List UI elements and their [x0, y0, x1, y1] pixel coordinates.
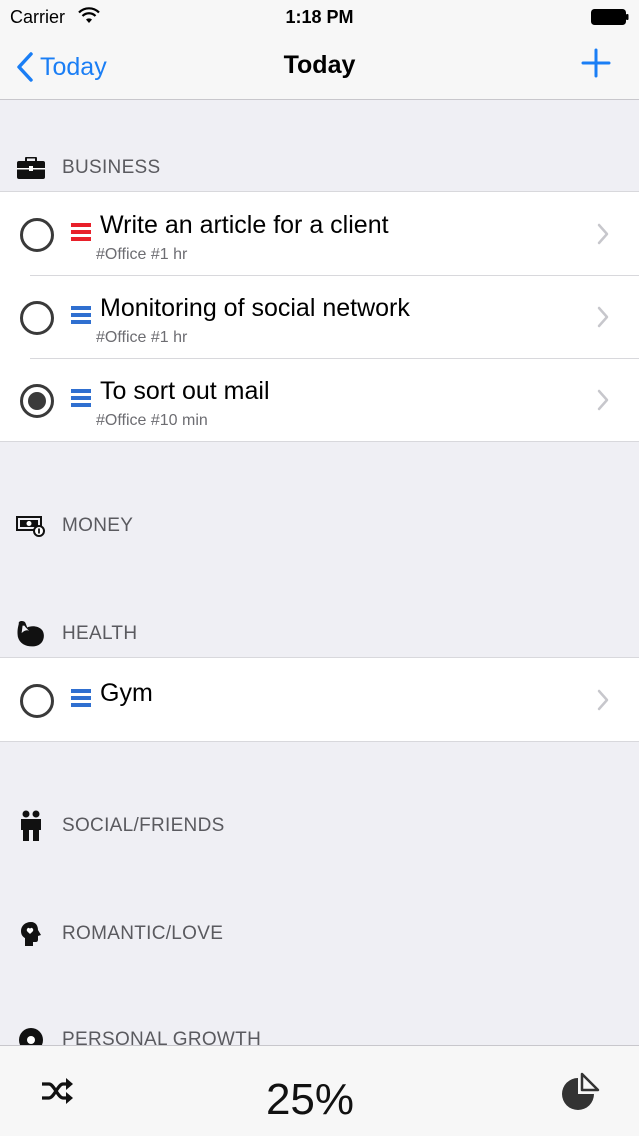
priority-normal-icon [71, 389, 91, 407]
status-bar: Carrier 1:18 PM [0, 0, 639, 34]
bottom-toolbar: 25% [0, 1045, 639, 1136]
task-checkbox[interactable] [20, 218, 54, 252]
money-icon [16, 511, 46, 541]
priority-normal-icon [71, 689, 91, 707]
task-row[interactable]: Write an article for a client #Office #1… [0, 192, 639, 275]
task-title: To sort out mail [100, 377, 270, 405]
task-tags: #Office #10 min [96, 412, 208, 429]
task-tags: #Office #1 hr [96, 329, 188, 346]
task-title: Monitoring of social network [100, 294, 410, 322]
section-label-health: HEALTH [62, 623, 138, 644]
section-label-social: SOCIAL/FRIENDS [62, 815, 225, 836]
briefcase-icon [16, 153, 46, 183]
task-tags: #Office #1 hr [96, 246, 188, 263]
task-row[interactable]: Monitoring of social network #Office #1 … [0, 275, 639, 358]
task-row[interactable]: To sort out mail #Office #10 min [0, 358, 639, 441]
status-time: 1:18 PM [285, 7, 354, 27]
task-checkbox-checked[interactable] [20, 384, 54, 418]
task-title: Gym [100, 679, 153, 707]
priority-normal-icon [71, 306, 91, 324]
task-checkbox[interactable] [20, 684, 54, 718]
task-title: Write an article for a client [100, 211, 389, 239]
section-header-business: BUSINESS [0, 148, 639, 188]
health-task-list: Gym [0, 657, 639, 742]
chevron-right-icon [597, 389, 609, 411]
section-header-money: MONEY [0, 506, 639, 546]
page-title: Today [283, 51, 356, 79]
battery-icon [591, 9, 629, 25]
chevron-right-icon [597, 689, 609, 711]
task-checkbox[interactable] [20, 301, 54, 335]
priority-high-icon [71, 223, 91, 241]
task-row[interactable]: Gym [0, 658, 639, 741]
pie-chart-icon[interactable] [560, 1072, 600, 1112]
business-task-list: Write an article for a client #Office #1… [0, 191, 639, 442]
bicep-icon [16, 619, 46, 649]
add-icon[interactable] [581, 48, 611, 78]
navigation-bar: Today Today [0, 34, 639, 100]
section-label-romantic: ROMANTIC/LOVE [62, 923, 224, 944]
section-header-health: HEALTH [0, 614, 639, 654]
section-header-social: SOCIAL/FRIENDS [0, 806, 639, 846]
section-label-business: BUSINESS [62, 157, 161, 178]
section-header-romantic: ROMANTIC/LOVE [0, 914, 639, 954]
progress-percentage: 25% [265, 1075, 355, 1124]
section-label-money: MONEY [62, 515, 134, 536]
chevron-right-icon [597, 223, 609, 245]
people-icon [16, 810, 46, 841]
heart-head-icon [16, 919, 46, 949]
chevron-right-icon [597, 306, 609, 328]
